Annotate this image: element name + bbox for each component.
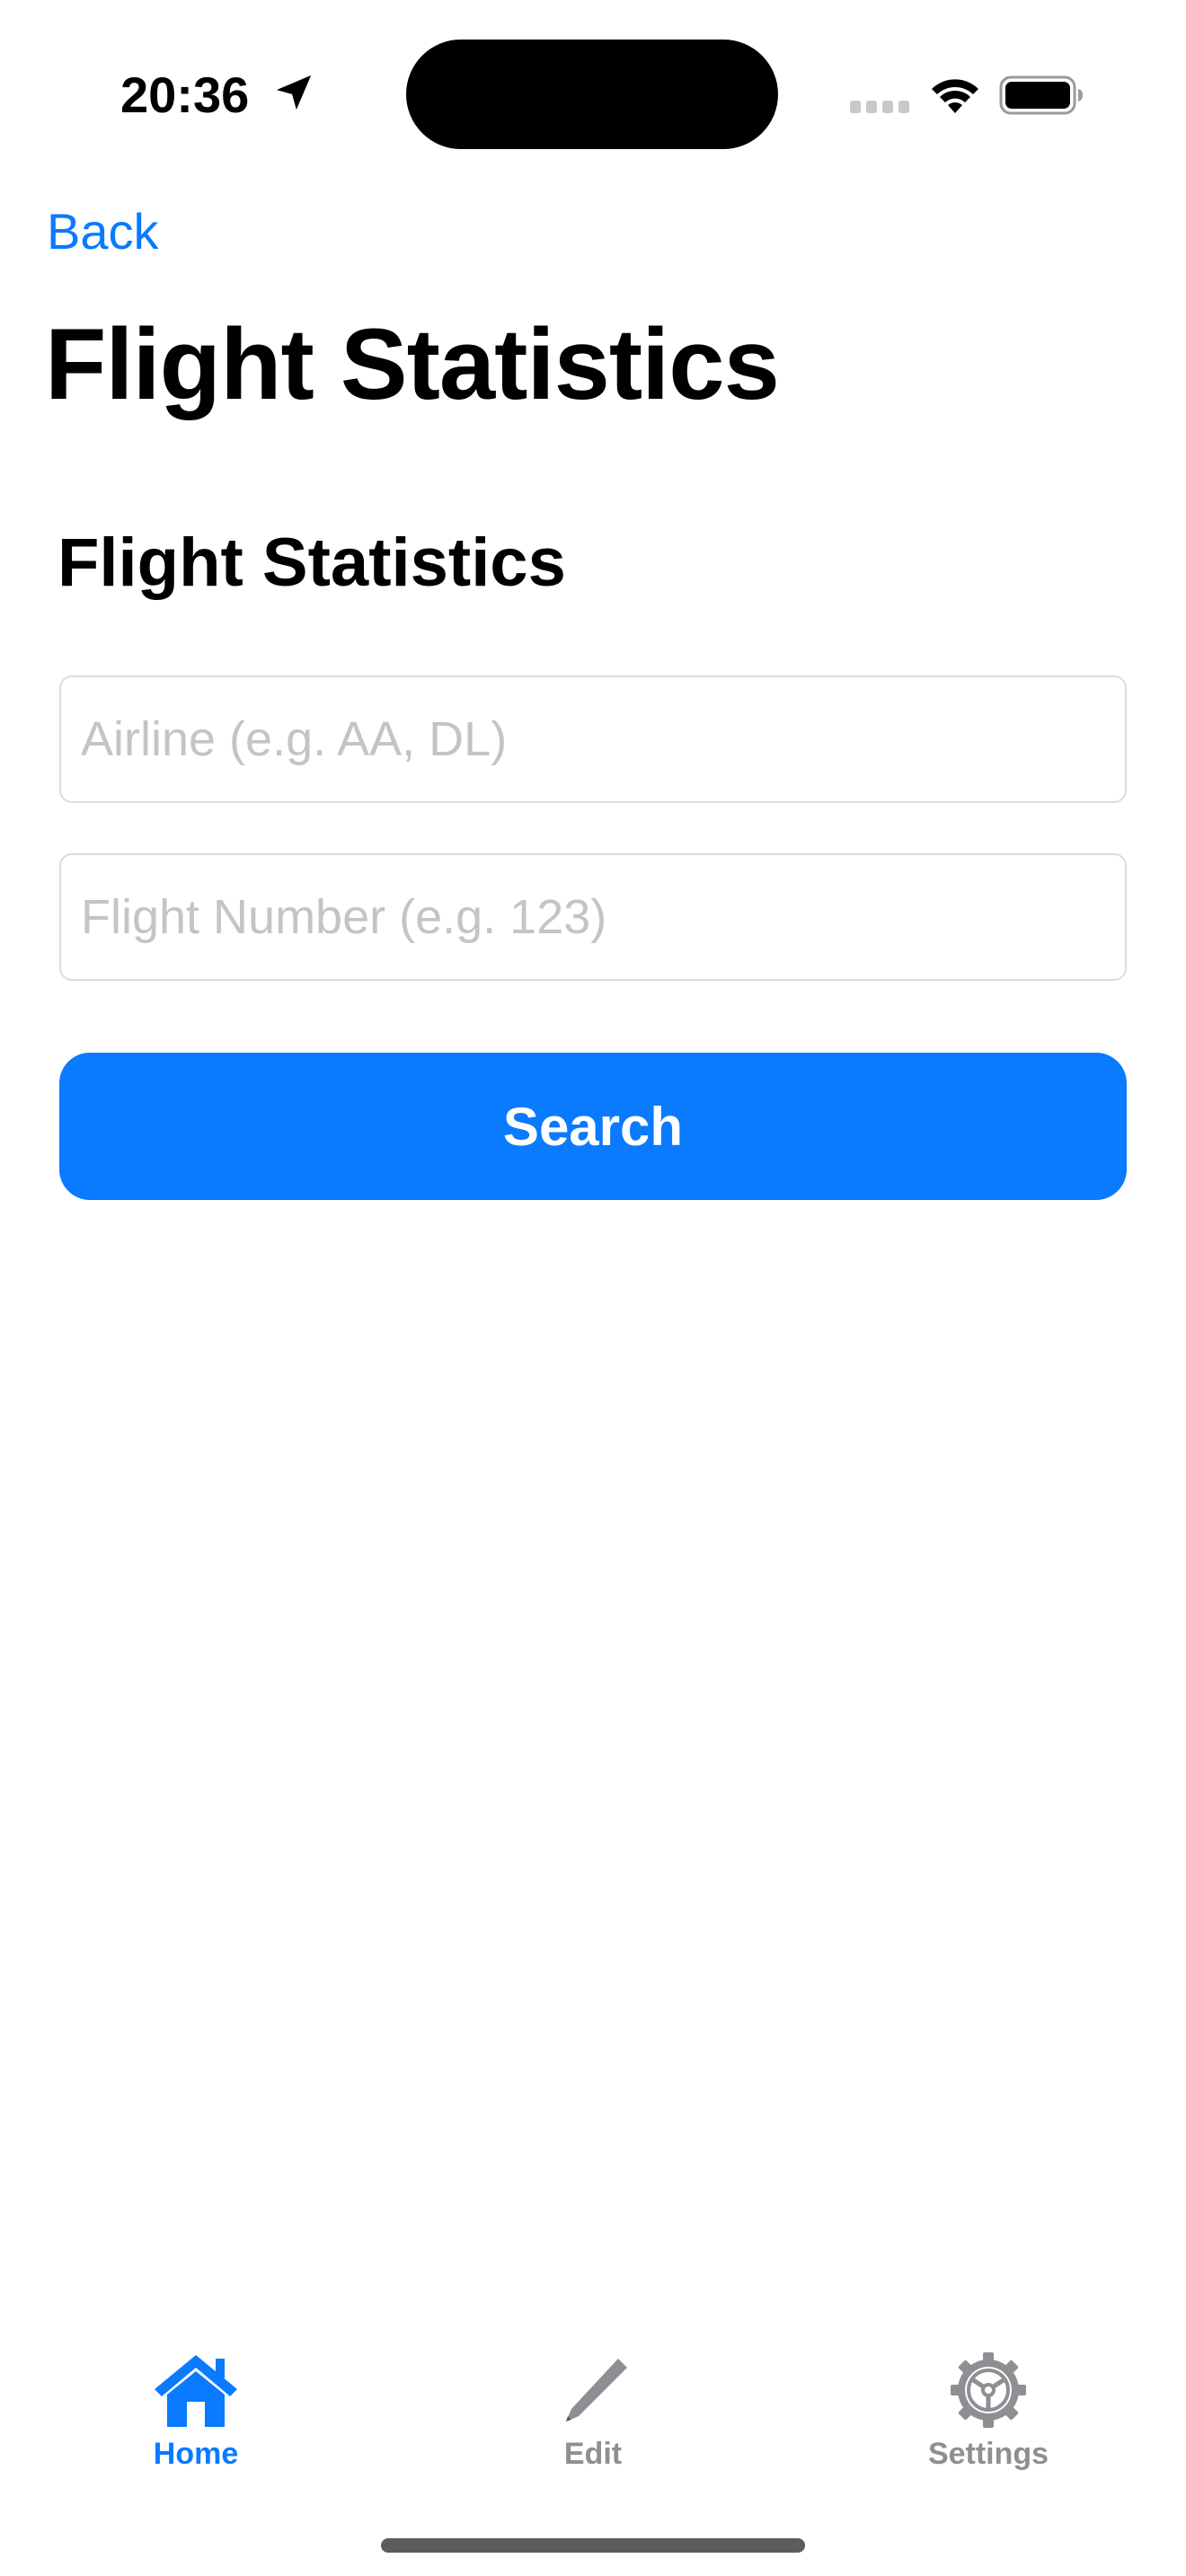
tab-label: Edit xyxy=(563,2437,623,2471)
tab-label: Home xyxy=(153,2437,239,2471)
flight-number-input[interactable] xyxy=(61,855,1125,979)
status-time: 20:36 xyxy=(120,66,250,123)
search-button[interactable]: Search xyxy=(59,1053,1127,1200)
wifi-icon xyxy=(932,79,978,113)
dynamic-island xyxy=(406,40,778,149)
home-indicator[interactable] xyxy=(381,2538,805,2553)
battery-icon xyxy=(999,75,1083,115)
pencil-icon xyxy=(566,2359,627,2422)
page-title: Flight Statistics xyxy=(45,308,780,420)
location-arrow-icon xyxy=(276,75,312,110)
tab-home[interactable]: Home xyxy=(61,2317,331,2479)
airline-field[interactable] xyxy=(59,675,1127,803)
section-title: Flight Statistics xyxy=(58,525,566,601)
signal-icon xyxy=(850,101,909,113)
tab-edit[interactable]: Edit xyxy=(458,2317,728,2479)
gear-icon xyxy=(951,2352,1026,2428)
tab-label: Settings xyxy=(927,2437,1049,2471)
status-bar: 20:36 xyxy=(0,0,1186,171)
flight-number-field[interactable] xyxy=(59,853,1127,981)
tab-bar: Home Edit Settings xyxy=(0,2317,1186,2497)
house-icon xyxy=(155,2355,237,2427)
back-button[interactable]: Back xyxy=(47,201,159,262)
airline-input[interactable] xyxy=(61,677,1125,801)
tab-settings[interactable]: Settings xyxy=(854,2317,1123,2479)
